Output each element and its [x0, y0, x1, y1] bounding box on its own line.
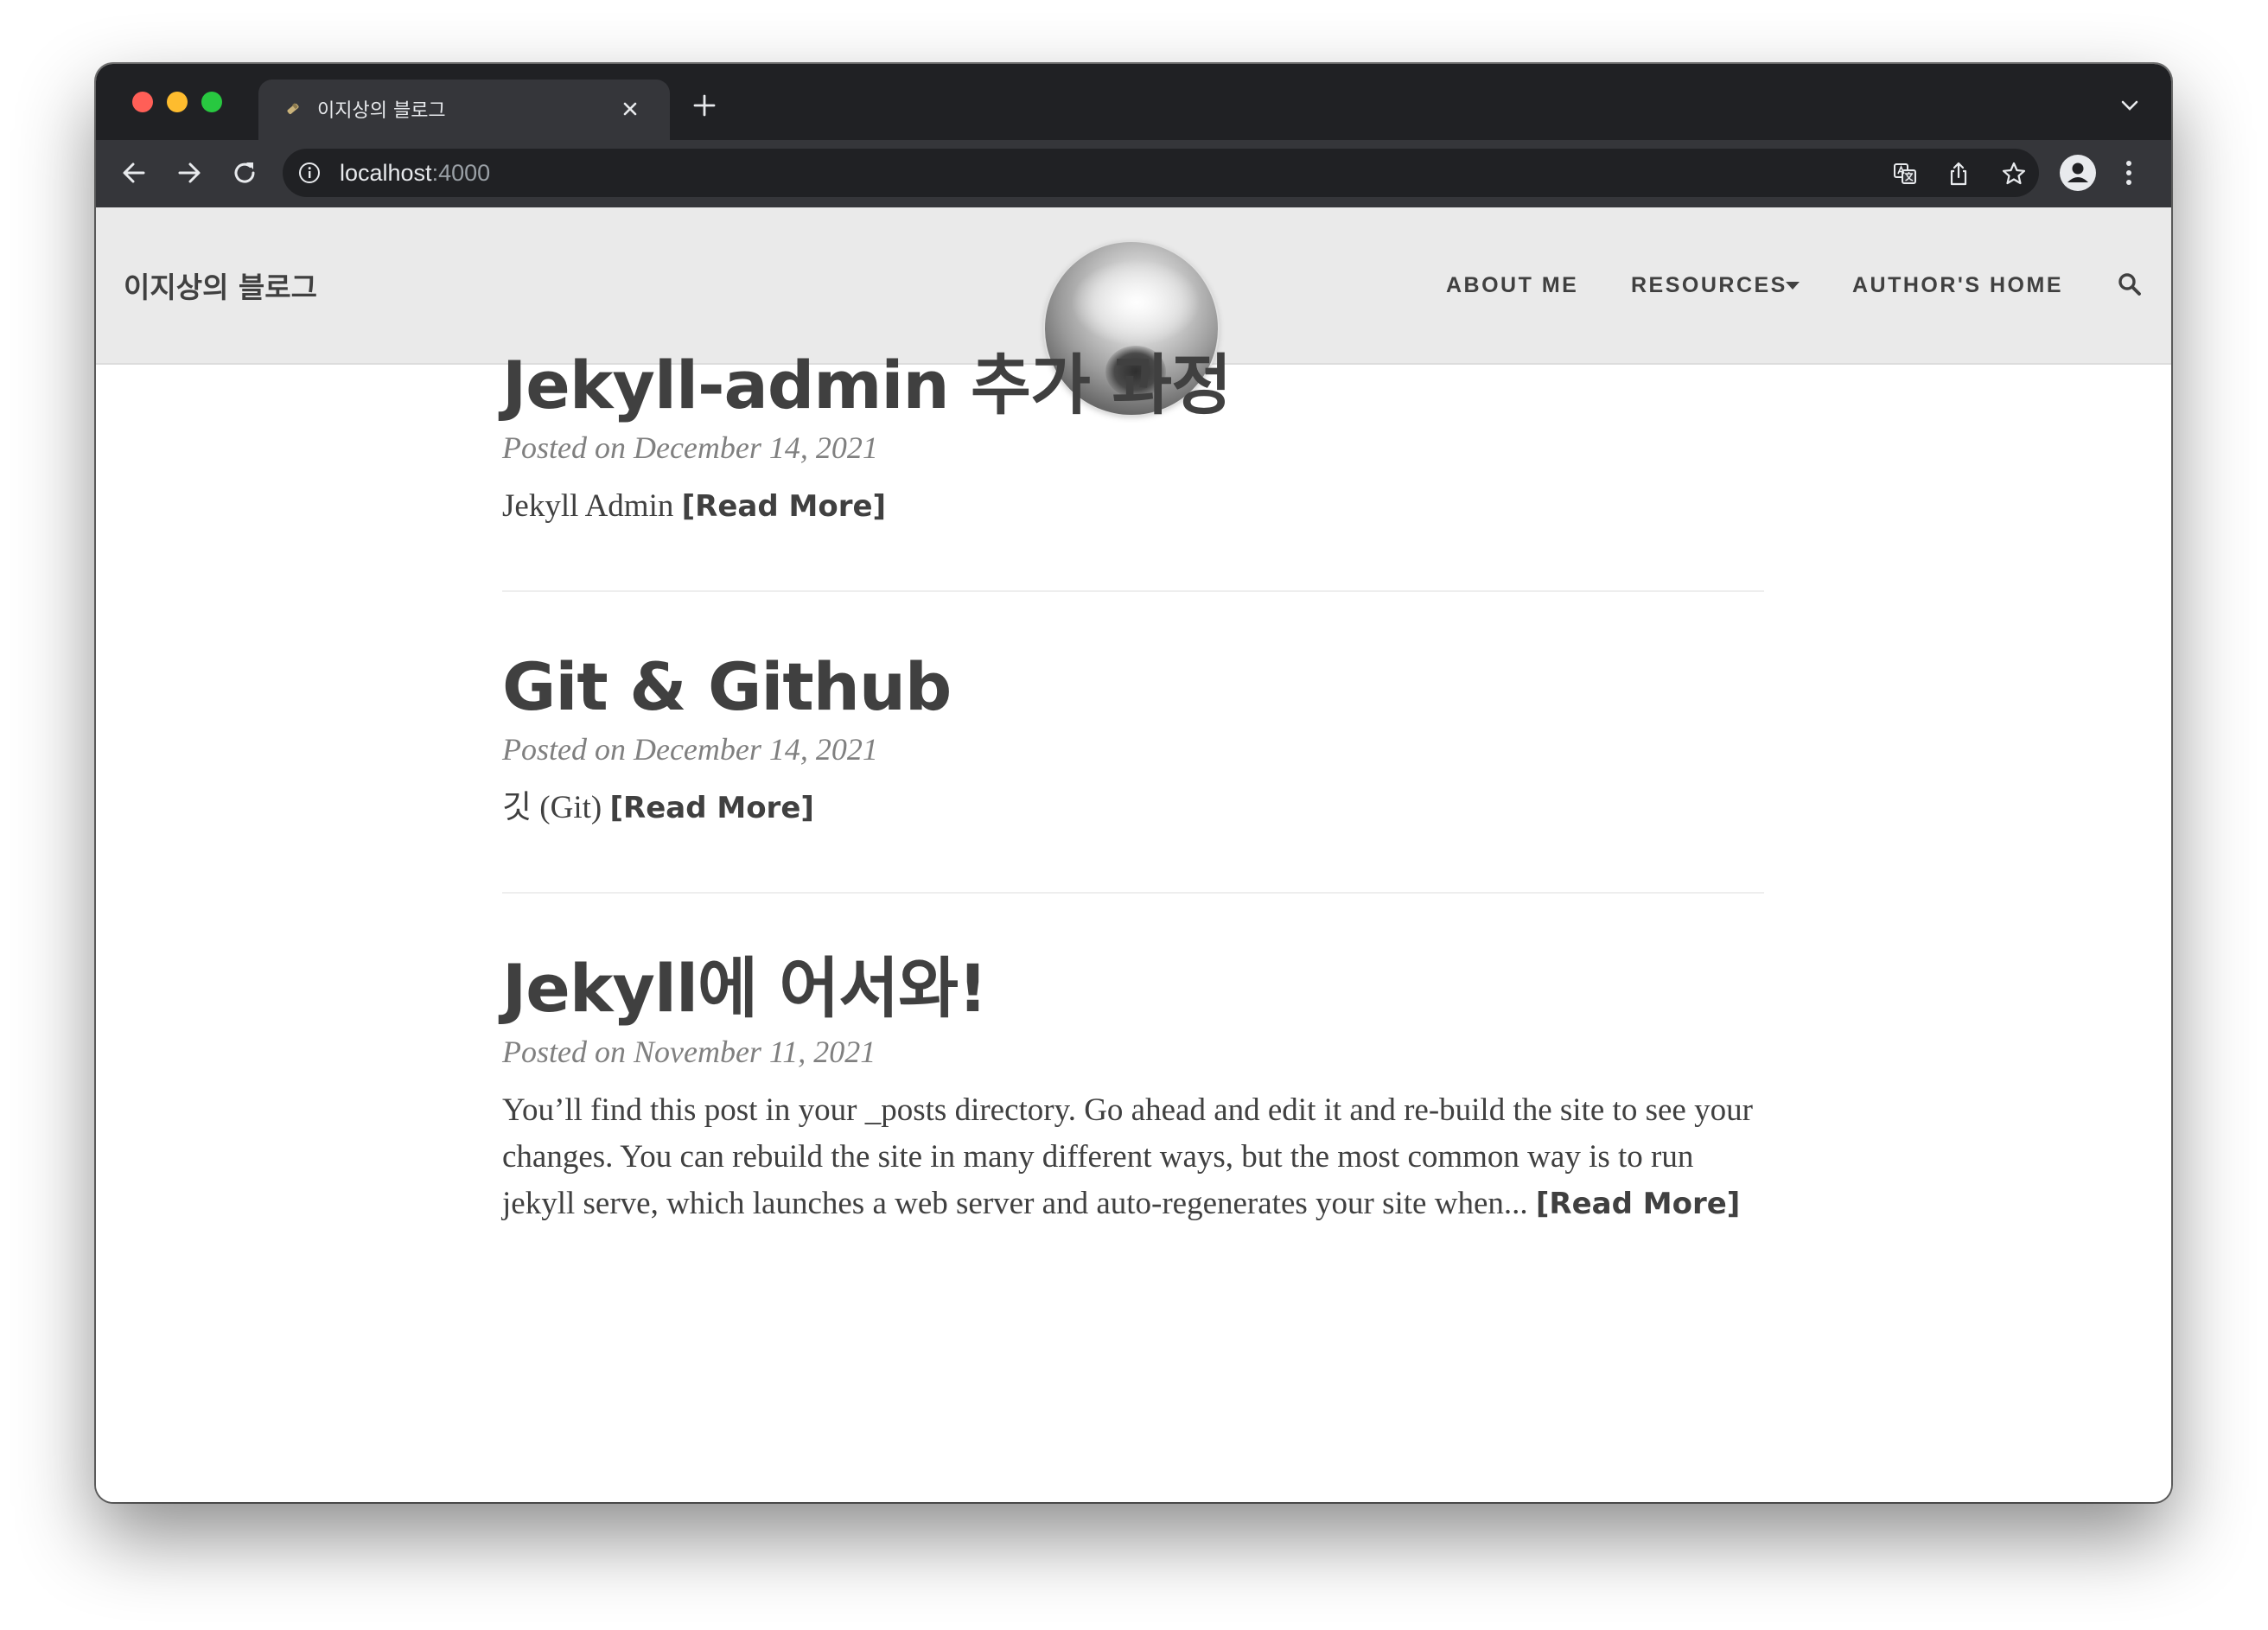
url-port: :4000: [431, 160, 491, 186]
post-list: Jekyll-admin 추가 과정 Posted on December 14…: [502, 346, 1764, 1227]
post-excerpt: Jekyll Admin [Read More]: [502, 483, 1764, 530]
read-more-link[interactable]: [Read More]: [1536, 1187, 1740, 1221]
search-icon[interactable]: [2117, 271, 2143, 297]
translate-icon[interactable]: [1892, 161, 1918, 187]
new-tab-icon[interactable]: [692, 93, 717, 118]
post-divider: [502, 590, 1764, 593]
profile-avatar[interactable]: [2060, 155, 2096, 191]
share-icon[interactable]: [1946, 161, 1972, 187]
chevron-down-icon[interactable]: [2120, 99, 2139, 112]
web-page: 이지상의 블로그 ABOUT ME RESOURCES AUTHOR'S HOM…: [96, 207, 2171, 1502]
tab-title: 이지상의 블로그: [317, 100, 446, 122]
maximize-window-button[interactable]: [201, 92, 222, 112]
avatar-image-highlight: [1071, 259, 1201, 346]
nav-authors-home[interactable]: AUTHOR'S HOME: [1852, 273, 2063, 298]
post-preview: Jekyll-admin 추가 과정 Posted on December 14…: [502, 346, 1764, 530]
forward-arrow-icon[interactable]: [174, 157, 205, 188]
browser-tab[interactable]: 이지상의 블로그: [258, 80, 670, 140]
browser-window: 이지상의 블로그 localhost:4000 이지상의 블로그 ABOUT M…: [96, 64, 2171, 1502]
site-info-icon[interactable]: [298, 162, 321, 184]
caret-down-icon[interactable]: [1786, 282, 1800, 290]
post-title[interactable]: Git & Github: [502, 647, 1764, 726]
url-text: localhost:4000: [340, 160, 490, 187]
reload-icon[interactable]: [229, 157, 260, 188]
address-bar[interactable]: localhost:4000: [283, 149, 2039, 197]
more-vertical-icon[interactable]: [2124, 157, 2134, 188]
post-meta: Posted on December 14, 2021: [502, 430, 878, 466]
nav-about-me[interactable]: ABOUT ME: [1446, 273, 1578, 298]
read-more-link[interactable]: [Read More]: [609, 791, 813, 825]
tab-bar: 이지상의 블로그: [96, 64, 2171, 140]
post-excerpt: You’ll find this post in your _posts dir…: [502, 1087, 1764, 1227]
post-title[interactable]: Jekyll에 어서와!: [502, 949, 1764, 1028]
post-preview: Jekyll에 어서와! Posted on November 11, 2021…: [502, 949, 1764, 1226]
browser-toolbar: localhost:4000: [96, 140, 2171, 207]
url-host: localhost: [340, 160, 432, 186]
bookmark-star-icon[interactable]: [2001, 161, 2027, 187]
post-excerpt-text: 깃 (Git): [502, 790, 610, 826]
minimize-window-button[interactable]: [167, 92, 188, 112]
post-excerpt-text: Jekyll Admin: [502, 488, 682, 525]
close-window-button[interactable]: [132, 92, 153, 112]
post-meta: Posted on November 11, 2021: [502, 1034, 876, 1069]
post-title[interactable]: Jekyll-admin 추가 과정: [502, 346, 1764, 424]
back-arrow-icon[interactable]: [118, 157, 150, 188]
post-divider: [502, 892, 1764, 895]
post-meta: Posted on December 14, 2021: [502, 732, 878, 767]
nav-resources[interactable]: RESOURCES: [1631, 273, 1787, 298]
pencil-favicon-icon: [287, 103, 299, 114]
post-excerpt: 깃 (Git) [Read More]: [502, 785, 1764, 831]
read-more-link[interactable]: [Read More]: [682, 489, 886, 524]
close-tab-icon[interactable]: [618, 97, 642, 121]
site-brand[interactable]: 이지상의 블로그: [124, 264, 317, 306]
post-preview: Git & Github Posted on December 14, 2021…: [502, 647, 1764, 831]
person-icon: [2067, 162, 2088, 182]
